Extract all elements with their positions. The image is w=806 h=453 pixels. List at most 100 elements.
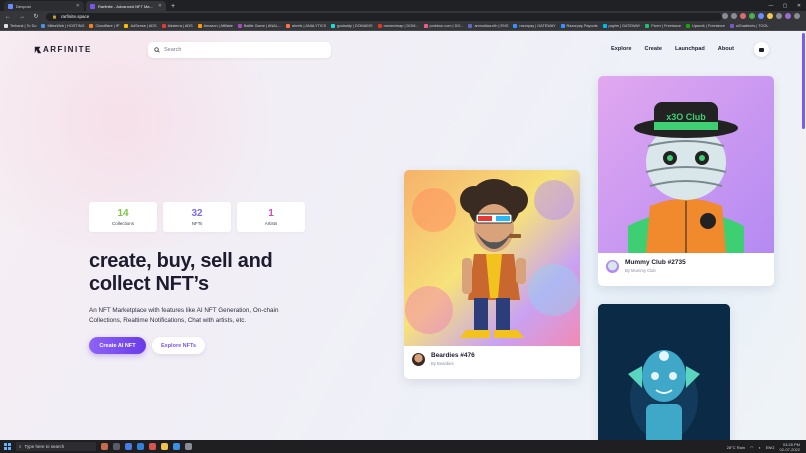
volume-icon[interactable]: ◖ (758, 445, 760, 450)
search-bar[interactable] (148, 42, 331, 58)
share-icon[interactable] (722, 13, 728, 19)
bookmark-favicon-icon (645, 24, 650, 28)
bookmark-item[interactable]: Upwork | Freelance (685, 24, 725, 28)
vscode-icon[interactable] (173, 443, 180, 450)
site-logo[interactable]: ARFINITE (34, 45, 92, 54)
browser-tab[interactable]: Devpost ✕ (4, 1, 84, 11)
bookmark-item[interactable]: razorpay | GATEWAY (513, 24, 556, 28)
extension-icon[interactable] (758, 13, 764, 19)
new-tab-button[interactable]: + (168, 2, 178, 11)
wifi-icon[interactable]: ◠ (750, 445, 754, 450)
search-icon (154, 47, 160, 53)
bookmark-item[interactable]: Cloudflare | IP (89, 24, 119, 28)
extension-icon[interactable] (749, 13, 755, 19)
folder-icon[interactable] (161, 443, 168, 450)
browser-tab-active[interactable]: Rarfinite - Advanced NFT Marke ✕ (86, 1, 166, 11)
app-icon[interactable] (125, 443, 132, 450)
taskbar-search-placeholder: Type here to search (24, 444, 65, 449)
close-tab-icon[interactable]: ✕ (158, 3, 162, 9)
forward-icon[interactable]: → (18, 14, 26, 20)
browser-icon[interactable] (185, 443, 192, 450)
windows-start-icon[interactable] (4, 443, 11, 450)
bookmark-favicon-icon (41, 24, 46, 28)
app-icon[interactable] (137, 443, 144, 450)
bookmark-favicon-icon (331, 24, 336, 28)
main-nav: Explore Create Launchpad About (611, 46, 734, 52)
maximize-icon[interactable]: ▢ (778, 3, 792, 9)
page-scrollbar[interactable] (801, 31, 806, 440)
extension-icon[interactable] (740, 13, 746, 19)
bookmark-label: uiGradients | TOOL (735, 24, 769, 28)
bookmark-item[interactable]: Terbank | To Do (4, 24, 36, 28)
bookmark-item[interactable]: Fiverr | Freelance (645, 24, 681, 28)
app-icon[interactable] (149, 443, 156, 450)
back-icon[interactable]: ← (4, 14, 12, 20)
bookmark-item[interactable]: Razorpay Payouts (560, 24, 598, 28)
bookmark-label: porkbun.com | DO... (429, 24, 464, 28)
system-tray: 28°C Rain ◠ ◖ ENG 03:28 PM 02-07-2022 (727, 442, 800, 452)
bookmark-favicon-icon (560, 24, 565, 28)
tab-title: Rarfinite - Advanced NFT Marke (98, 3, 155, 9)
close-window-icon[interactable]: ✕ (792, 3, 806, 9)
weather-text[interactable]: 28°C Rain (727, 445, 745, 450)
nav-about[interactable]: About (718, 46, 734, 52)
nav-launchpad[interactable]: Launchpad (675, 46, 705, 52)
bookmark-item[interactable]: Battle Game | ANAL... (237, 24, 281, 28)
stat-label: Collections (111, 221, 134, 226)
wallet-button[interactable] (754, 42, 769, 57)
address-bar[interactable]: 🔒 rarfinite.space (46, 12, 722, 21)
beardies-nft-image (404, 170, 580, 346)
bookmark-label: namecheap | DOM... (383, 24, 419, 28)
nft-card[interactable] (598, 304, 730, 440)
stat-collections: 14 Collections (89, 202, 157, 232)
rarfinite-logo-icon (34, 46, 42, 53)
nft-card[interactable]: Beardies #476 By Beardies (404, 170, 580, 379)
bookmark-item[interactable]: anmoldua.eth | ENS (468, 24, 508, 28)
bookmark-item[interactable]: paytm | GATEWAY (602, 24, 640, 28)
extension-icon[interactable] (767, 13, 773, 19)
bookmark-favicon-icon (89, 24, 94, 28)
browser-toolbar: ← → ↻ 🔒 rarfinite.space (0, 11, 806, 22)
nft-card[interactable]: x3O Club Mummy Club #2735 By Mummy Club (598, 76, 774, 286)
bookmark-item[interactable]: godaddy | DOMAINS (331, 24, 373, 28)
bookmark-item[interactable]: Amazon | Affiliate (197, 24, 233, 28)
menu-icon[interactable] (794, 13, 800, 19)
nav-explore[interactable]: Explore (611, 46, 632, 52)
minimize-icon[interactable]: — (764, 3, 778, 9)
stat-value: 1 (268, 208, 274, 219)
bookmark-label: Adsterra | ADS (167, 24, 193, 28)
bookmark-favicon-icon (685, 24, 690, 28)
close-tab-icon[interactable]: ✕ (76, 3, 80, 9)
profile-icon[interactable] (785, 13, 791, 19)
bookmark-label: razorpay | GATEWAY (519, 24, 556, 28)
hero-heading: create, buy, sell and collect NFT’s (89, 250, 349, 296)
bookmark-item[interactable]: porkbun.com | DO... (423, 24, 464, 28)
bookmark-label: Amazon | Affiliate (203, 24, 233, 28)
bookmark-item[interactable]: uiGradients | TOOL (729, 24, 769, 28)
app-icon[interactable] (101, 443, 108, 450)
explore-nfts-button[interactable]: Explore NFTs (152, 337, 205, 354)
scrollbar-thumb[interactable] (802, 33, 805, 129)
bookmark-item[interactable]: AdSense | ADS (124, 24, 157, 28)
collection-name[interactable]: By Mummy Club (625, 268, 686, 273)
star-icon[interactable] (731, 13, 737, 19)
taskbar-search[interactable]: ⌕ Type here to search (16, 442, 96, 451)
lock-icon: 🔒 (52, 14, 57, 19)
puzzle-icon[interactable] (776, 13, 782, 19)
create-ai-nft-button[interactable]: Create AI NFT (89, 337, 146, 354)
nav-create[interactable]: Create (645, 46, 662, 52)
hat-label: x3O Club (666, 112, 706, 122)
language-text[interactable]: ENG (766, 445, 775, 450)
collection-name[interactable]: By Beardies (431, 361, 475, 366)
bookmark-item[interactable]: MilesWeb | HOSTING (41, 24, 84, 28)
search-icon: ⌕ (19, 444, 22, 449)
search-input[interactable] (164, 47, 314, 53)
bookmark-item[interactable]: ahrefs | ANALYTICS (285, 24, 326, 28)
bookmark-item[interactable]: namecheap | DOM... (377, 24, 419, 28)
bookmark-item[interactable]: Adsterra | ADS (161, 24, 193, 28)
card-meta: Beardies #476 By Beardies (404, 352, 580, 366)
task-view-icon[interactable] (113, 443, 120, 450)
reload-icon[interactable]: ↻ (32, 13, 40, 20)
bookmark-label: Razorpay Payouts (566, 24, 598, 28)
clock[interactable]: 03:28 PM 02-07-2022 (780, 442, 800, 452)
